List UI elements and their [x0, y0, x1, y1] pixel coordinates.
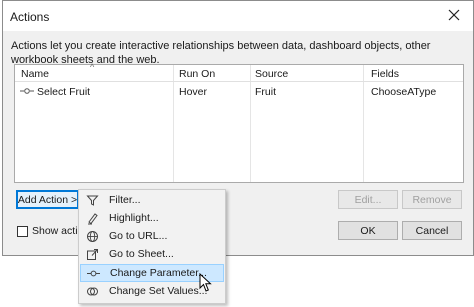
set-icon [87, 287, 98, 296]
highlight-icon [88, 213, 98, 225]
parameter-icon [87, 270, 100, 277]
mouse-cursor-icon [199, 273, 212, 292]
add-action-button[interactable]: Add Action > [16, 190, 79, 209]
menu-item-go-to-sheet[interactable]: Go to Sheet... [80, 246, 224, 264]
row-run-on: Hover [179, 86, 208, 98]
actions-dialog: Actions Actions let you create interacti… [2, 0, 474, 256]
close-icon[interactable] [445, 6, 463, 24]
table-row[interactable]: Select Fruit Hover Fruit ChooseAType [15, 82, 463, 98]
parameter-action-icon [20, 88, 34, 94]
header-name[interactable]: Name [21, 68, 49, 80]
menu-item-label: Change Set Values... [109, 285, 208, 297]
row-name: Select Fruit [37, 86, 91, 98]
header-source[interactable]: Source [255, 68, 288, 80]
go-to-sheet-icon [87, 249, 98, 260]
menu-item-label: Go to URL... [109, 230, 168, 242]
menu-item-label: Highlight... [109, 212, 159, 224]
header-run-on[interactable]: Run On [179, 68, 215, 80]
background [0, 257, 474, 307]
title-bar: Actions [3, 1, 473, 31]
globe-icon [87, 231, 98, 242]
menu-item-label: Filter... [109, 194, 141, 206]
dialog-title: Actions [10, 10, 50, 24]
edit-button[interactable]: Edit... [338, 190, 398, 209]
menu-item-highlight[interactable]: Highlight... [80, 210, 224, 228]
actions-table: Name ^ Run On Source Fields Select Fruit… [14, 62, 464, 183]
header-fields[interactable]: Fields [371, 68, 399, 80]
dialog-description: Actions let you create interactive relat… [11, 40, 431, 66]
row-fields: ChooseAType [371, 86, 437, 98]
filter-icon [86, 195, 99, 206]
menu-item-label: Go to Sheet... [109, 248, 174, 260]
show-actions-checkbox[interactable] [17, 226, 28, 237]
menu-item-filter[interactable]: Filter... [80, 192, 224, 210]
table-header: Name ^ Run On Source Fields [15, 62, 463, 82]
menu-item-go-to-url[interactable]: Go to URL... [80, 228, 224, 246]
sort-up-icon: ^ [90, 62, 95, 72]
cancel-button[interactable]: Cancel [402, 221, 462, 240]
ok-button[interactable]: OK [338, 221, 398, 240]
menu-item-label: Change Parameter... [110, 267, 207, 279]
row-source: Fruit [255, 86, 276, 98]
remove-button[interactable]: Remove [402, 190, 462, 209]
